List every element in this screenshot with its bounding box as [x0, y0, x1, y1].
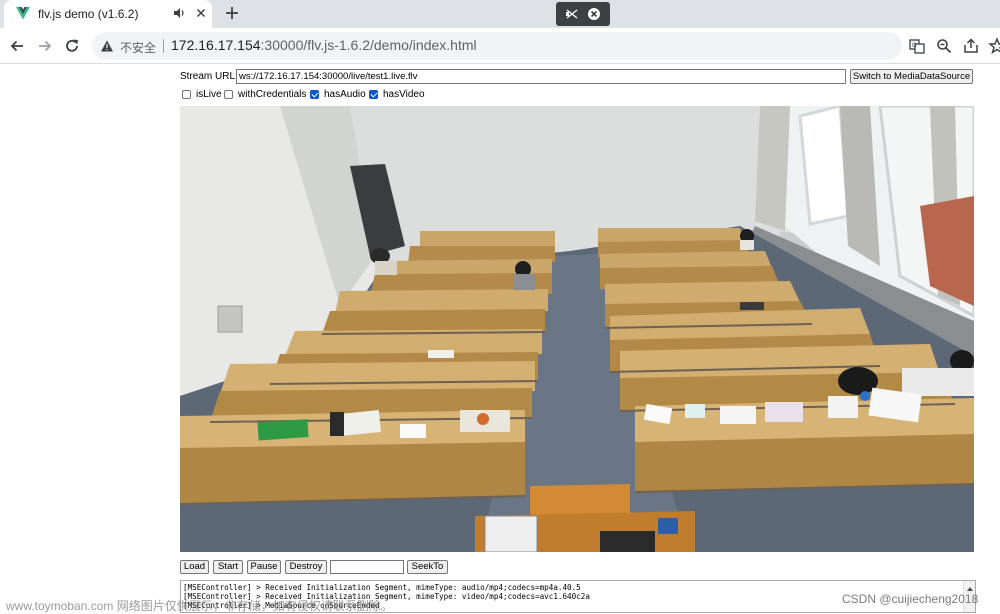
reload-icon[interactable]: [63, 37, 81, 55]
video-frame: [180, 106, 974, 552]
url-host: 172.16.17.154: [171, 37, 261, 53]
hasvideo-checkbox[interactable]: [369, 90, 378, 99]
url-path: :30000/flv.js-1.6.2/demo/index.html: [260, 37, 477, 53]
withcredentials-label: withCredentials: [238, 89, 307, 100]
browser-toolbar: 不安全 172.16.17.154:30000/flv.js-1.6.2/dem…: [0, 28, 1000, 64]
url-text[interactable]: 172.16.17.154:30000/flv.js-1.6.2/demo/in…: [171, 37, 477, 53]
stream-url-label: Stream URL:: [180, 71, 238, 82]
back-arrow-icon[interactable]: [8, 37, 26, 55]
stop-icon[interactable]: [587, 7, 601, 21]
stream-url-input[interactable]: [236, 69, 846, 84]
speaker-icon[interactable]: [172, 6, 186, 20]
hasaudio-label: hasAudio: [324, 89, 366, 100]
share-icon[interactable]: [962, 37, 980, 55]
tab-title: flv.js demo (v1.6.2): [38, 7, 139, 21]
pause-button[interactable]: Pause: [247, 560, 281, 574]
omnibox-divider: [163, 39, 164, 53]
start-button[interactable]: Start: [213, 560, 243, 574]
browser-tab[interactable]: flv.js demo (v1.6.2): [4, 0, 212, 28]
destroy-button[interactable]: Destroy: [285, 560, 327, 574]
hasvideo-label: hasVideo: [383, 89, 425, 100]
zoom-icon[interactable]: [935, 37, 953, 55]
tab-strip: flv.js demo (v1.6.2): [0, 0, 1000, 28]
hasaudio-checkbox[interactable]: [310, 90, 319, 99]
forward-arrow-icon[interactable]: [36, 37, 54, 55]
star-icon[interactable]: [988, 37, 1000, 55]
address-bar[interactable]: 不安全 172.16.17.154:30000/flv.js-1.6.2/dem…: [92, 32, 902, 60]
watermark-site: www.toymoban.com 网络图片仅供展示，非存储，如有侵权请联系删除。: [6, 599, 393, 613]
security-label[interactable]: 不安全: [120, 39, 156, 56]
seek-input[interactable]: [330, 560, 404, 574]
load-button[interactable]: Load: [180, 560, 209, 574]
withcredentials-checkbox[interactable]: [224, 90, 233, 99]
svg-text:G: G: [912, 43, 917, 49]
close-icon[interactable]: [194, 6, 208, 20]
islive-checkbox[interactable]: [182, 90, 191, 99]
log-line: [MSEController] > Received Initializatio…: [183, 583, 581, 592]
watermark-author: CSDN @cuijiecheng2018: [842, 592, 979, 606]
islive-label: isLive: [196, 89, 222, 100]
warning-icon[interactable]: [100, 39, 114, 53]
seekto-button[interactable]: SeekTo: [407, 560, 448, 574]
translate-icon[interactable]: G: [908, 37, 926, 55]
plus-icon[interactable]: [222, 3, 242, 23]
video-player[interactable]: [180, 106, 974, 552]
cast-icon: [566, 9, 578, 19]
cast-indicator[interactable]: [556, 2, 610, 26]
vue-logo-icon: [16, 7, 30, 20]
switch-mediadatasource-button[interactable]: Switch to MediaDataSource: [850, 69, 973, 84]
